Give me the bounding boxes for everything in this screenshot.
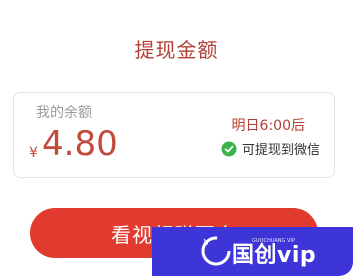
- dialog-title: 提现金额: [134, 38, 219, 62]
- wechat-icon: [221, 141, 237, 157]
- balance-card: 我的余额 ¥ 4.80 明日6:00后 可提现到微信: [13, 92, 335, 178]
- balance-label: 我的余额: [36, 105, 92, 121]
- watermark: 国创vip GUOCHUANG VIP: [152, 227, 353, 276]
- balance-amount: 4.80: [42, 124, 118, 164]
- watermark-logo-icon: [198, 233, 234, 269]
- wechat-withdraw-text: 可提现到微信: [241, 143, 320, 158]
- currency-symbol: ¥: [29, 145, 38, 161]
- withdraw-time-text: 明日6:00后: [231, 118, 305, 134]
- wechat-withdraw-row: 可提现到微信: [221, 139, 320, 158]
- watermark-small-text: GUOCHUANG VIP: [252, 238, 295, 244]
- withdraw-dialog: 提现金额 我的余额 ¥ 4.80 明日6:00后 可提现到微信 看视频赚更多 国…: [0, 0, 353, 276]
